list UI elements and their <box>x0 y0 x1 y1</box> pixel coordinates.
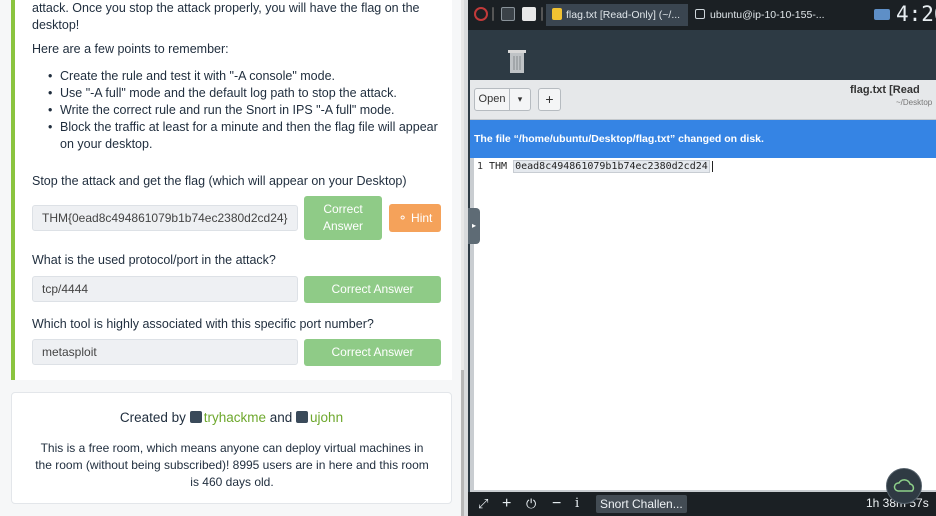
taskbar-task-terminal-label: ubuntu@ip-10-10-155-... <box>710 9 825 21</box>
file-changed-infobar: The file “/home/ubuntu/Desktop/flag.txt”… <box>470 120 936 158</box>
fullscreen-icon[interactable]: ⤢ <box>478 496 488 512</box>
power-icon[interactable] <box>474 7 488 21</box>
list-item: Use "-A full" mode and the default log p… <box>32 85 442 102</box>
taskbar-separator <box>492 7 494 21</box>
author-link-tryhackme[interactable]: tryhackme <box>204 410 266 425</box>
terminal-icon[interactable] <box>501 7 515 21</box>
task-panel: attack. Once you stop the attack properl… <box>0 0 464 516</box>
list-item: Create the rule and test it with "-A con… <box>32 68 442 85</box>
question-3-text: Which tool is highly associated with thi… <box>32 317 374 331</box>
terminal-window-icon <box>695 9 705 19</box>
chevron-down-icon[interactable]: ▾ <box>510 88 531 111</box>
gedit-toolbar: Open ▾ + flag.txt [Read ~/Desktop <box>470 80 936 120</box>
points-list: Create the rule and test it with "-A con… <box>32 68 442 153</box>
created-by-joiner: and <box>269 410 293 425</box>
created-by-prefix: Created by <box>119 410 186 425</box>
question-1-text: Stop the attack and get the flag (which … <box>32 174 407 188</box>
hint-label: Hint <box>411 211 433 225</box>
text-cursor <box>711 161 713 172</box>
taskbar-separator <box>541 7 543 21</box>
desktop-taskbar: flag.txt [Read-Only] (~/... ubuntu@ip-10… <box>468 0 936 30</box>
answer-1-field[interactable]: THM{0ead8c494861079b1b74ec2380d2cd24} <box>32 205 298 231</box>
sidebar-toggle-handle[interactable]: ▸ <box>468 208 480 244</box>
correct-answer-1-label: Correct Answer <box>322 202 363 233</box>
lightbulb-icon: ⚬ <box>397 211 408 225</box>
document-icon <box>552 8 562 20</box>
room-description: This is a free room, which means anyone … <box>35 441 429 489</box>
task-intro-text: attack. Once you stop the attack properl… <box>32 1 420 32</box>
text-editor-area[interactable]: 1 THM 0ead8c494861079b1b74ec2380d2cd24 <box>474 158 936 490</box>
window-subtitle: ~/Desktop <box>896 98 933 107</box>
list-item: Write the correct rule and run the Snort… <box>32 102 442 119</box>
gedit-window: Open ▾ + flag.txt [Read ~/Desktop The fi… <box>470 80 936 492</box>
minus-icon[interactable]: − <box>552 496 561 512</box>
cloud-icon[interactable] <box>886 468 922 504</box>
correct-answer-1-button[interactable]: Correct Answer <box>304 196 382 240</box>
window-title: flag.txt [Read <box>850 84 920 96</box>
tryhackme-avatar <box>189 411 202 423</box>
answer-2-field[interactable]: tcp/4444 <box>32 276 298 302</box>
room-info-card: Created by tryhackme and ujohn This is a… <box>11 392 452 504</box>
created-by-line: Created by tryhackme and ujohn <box>12 410 451 425</box>
plus-icon[interactable]: + <box>502 496 511 512</box>
answer-3-field[interactable]: metasploit <box>32 339 298 365</box>
question-2-text: What is the used protocol/port in the at… <box>32 253 276 267</box>
cloud-icon-glyph <box>893 479 915 492</box>
new-document-button[interactable]: + <box>538 88 561 111</box>
task-card: attack. Once you stop the attack properl… <box>11 0 452 380</box>
trash-icon[interactable] <box>506 45 528 75</box>
info-icon[interactable]: i <box>575 496 579 512</box>
desktop-background: Open ▾ + flag.txt [Read ~/Desktop The fi… <box>468 30 936 492</box>
power-button-icon[interactable]: ⏻ <box>526 496 536 512</box>
taskbar-task-flag-label: flag.txt [Read-Only] (~/... <box>566 9 681 21</box>
display-icon[interactable] <box>874 9 890 20</box>
taskbar-task-flag[interactable]: flag.txt [Read-Only] (~/... <box>546 4 688 26</box>
hint-button[interactable]: ⚬ Hint <box>389 204 441 232</box>
session-name[interactable]: Snort Challen... <box>596 495 687 513</box>
taskbar-clock: 4:26 <box>896 2 936 26</box>
remote-desktop: flag.txt [Read-Only] (~/... ubuntu@ip-10… <box>468 0 936 516</box>
flag-highlighted-text: 0ead8c494861079b1b74ec2380d2cd24 <box>513 160 710 173</box>
ujohn-avatar <box>296 411 309 423</box>
author-link-ujohn[interactable]: ujohn <box>310 410 343 425</box>
flag-prefix-text: THM <box>489 161 508 172</box>
session-bottombar: ⤢ + ⏻ − i Snort Challen... 1h 38m 57s <box>468 492 936 516</box>
correct-answer-2-button[interactable]: Correct Answer <box>304 276 441 303</box>
line-number: 1 <box>477 161 484 172</box>
text-line[interactable]: THM 0ead8c494861079b1b74ec2380d2cd24 <box>489 160 713 173</box>
taskbar-task-terminal[interactable]: ubuntu@ip-10-10-155-... <box>690 4 830 26</box>
text-editor-icon[interactable] <box>522 7 536 21</box>
points-title: Here are a few points to remember: <box>32 42 229 56</box>
open-button[interactable]: Open <box>474 88 510 111</box>
correct-answer-3-button[interactable]: Correct Answer <box>304 339 441 366</box>
list-item: Block the traffic at least for a minute … <box>32 119 442 153</box>
